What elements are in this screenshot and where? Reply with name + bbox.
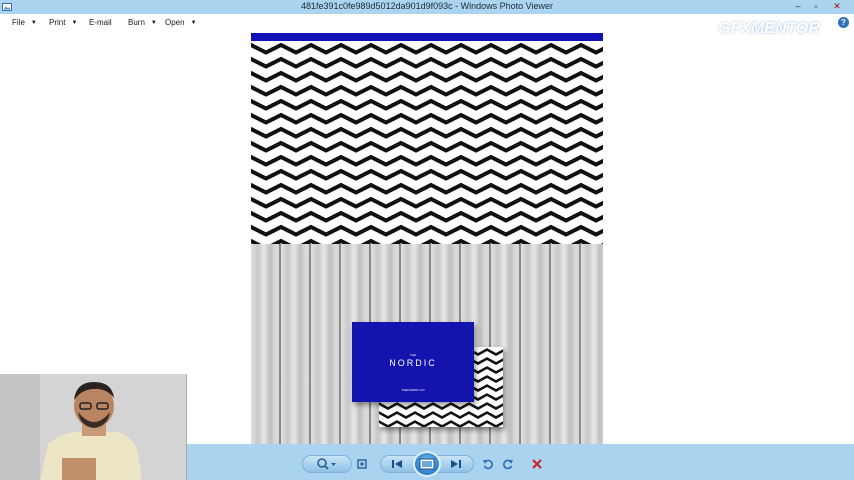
watermark-part-2: MENTOR — [750, 20, 820, 37]
presenter-figure — [0, 374, 186, 480]
previous-icon — [392, 460, 402, 468]
previous-button[interactable] — [387, 455, 407, 473]
delete-icon — [532, 459, 542, 469]
rotate-left-icon — [483, 459, 493, 470]
next-icon — [451, 460, 461, 468]
maximize-button[interactable]: ▫ — [808, 0, 824, 13]
help-icon[interactable]: ? — [838, 17, 849, 28]
slideshow-icon — [419, 458, 435, 470]
bottom-toolbar — [187, 444, 854, 480]
menu-email[interactable]: E-mail — [89, 17, 112, 29]
dropdown-arrow-icon: ▼ — [190, 20, 197, 26]
menu-file[interactable]: File ▼ — [12, 17, 37, 29]
menu-open-label: Open — [165, 18, 185, 27]
menu-print-label: Print — [49, 18, 66, 27]
window-title: 481fe391c0fe989d5012da901d9f093c - Windo… — [300, 1, 554, 11]
title-bar[interactable]: 481fe391c0fe989d5012da901d9f093c - Windo… — [0, 0, 854, 14]
menu-email-label: E-mail — [89, 18, 112, 27]
delete-button[interactable] — [528, 455, 546, 473]
actual-size-button[interactable] — [353, 455, 371, 473]
card-small-top: THE — [410, 353, 416, 357]
displayed-photo[interactable]: THE NORDIC THENORDIC.CO — [251, 33, 603, 444]
blue-strip — [251, 33, 603, 41]
menu-open[interactable]: Open ▼ — [165, 17, 197, 29]
menu-burn-label: Burn — [128, 18, 145, 27]
zoom-button[interactable] — [312, 455, 342, 473]
rotate-clockwise-button[interactable] — [499, 455, 517, 473]
rotate-counterclockwise-button[interactable] — [479, 455, 497, 473]
wood-background: THE NORDIC THENORDIC.CO — [251, 244, 603, 444]
card-brand-text: NORDIC — [389, 358, 437, 368]
close-button[interactable]: ✕ — [826, 0, 848, 13]
card-front: THE NORDIC THENORDIC.CO — [352, 322, 474, 402]
slideshow-button[interactable] — [413, 451, 441, 477]
watermark-part-1: GFX — [718, 20, 751, 37]
webcam-overlay — [0, 374, 187, 480]
dropdown-arrow-icon: ▼ — [71, 20, 78, 26]
menu-print[interactable]: Print ▼ — [49, 17, 77, 29]
card-small-bottom: THENORDIC.CO — [401, 388, 425, 392]
minimize-button[interactable]: – — [790, 0, 806, 13]
dropdown-arrow-icon: ▼ — [150, 20, 157, 26]
menu-file-label: File — [12, 18, 25, 27]
next-button[interactable] — [446, 455, 466, 473]
magnifier-icon — [317, 458, 336, 470]
fit-window-icon — [357, 459, 367, 469]
dropdown-arrow-icon: ▼ — [30, 20, 37, 26]
chevron-pattern — [251, 41, 603, 244]
gfxmentor-watermark: GFXMENTOR — [718, 20, 820, 38]
rotate-right-icon — [503, 459, 513, 470]
menu-burn[interactable]: Burn ▼ — [128, 17, 157, 29]
photo-viewer-window: 481fe391c0fe989d5012da901d9f093c - Windo… — [0, 0, 854, 480]
